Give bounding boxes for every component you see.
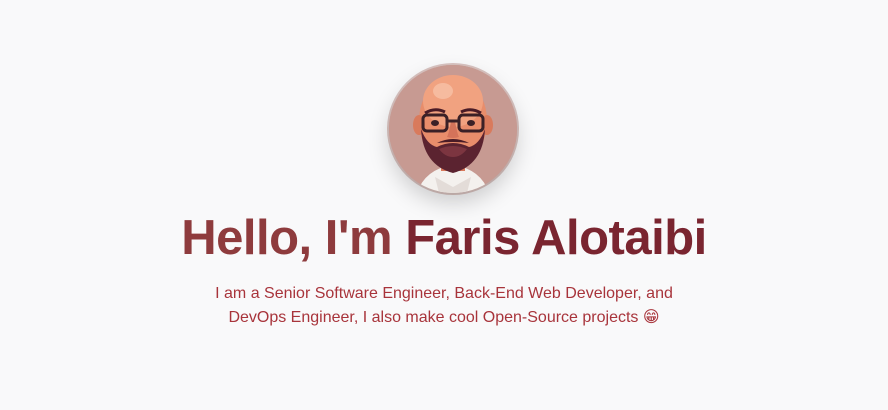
owner-name: Faris Alotaibi [405, 211, 707, 265]
bio-line-1: I am a Senior Software Engineer, Back-En… [215, 285, 673, 302]
grin-emoji-icon: 😁 [642, 309, 660, 326]
greeting-text: Hello, I'm [181, 211, 406, 265]
profile-portrait-icon [389, 65, 517, 193]
bio-text: I am a Senior Software Engineer, Back-En… [194, 282, 694, 330]
avatar [389, 65, 517, 193]
page-title: Hello, I'm Faris Alotaibi [0, 206, 888, 270]
bio-line-2: DevOps Engineer, I also make cool Open-S… [228, 309, 639, 326]
hero-section: Hello, I'm Faris Alotaibi I am a Senior … [0, 0, 888, 410]
